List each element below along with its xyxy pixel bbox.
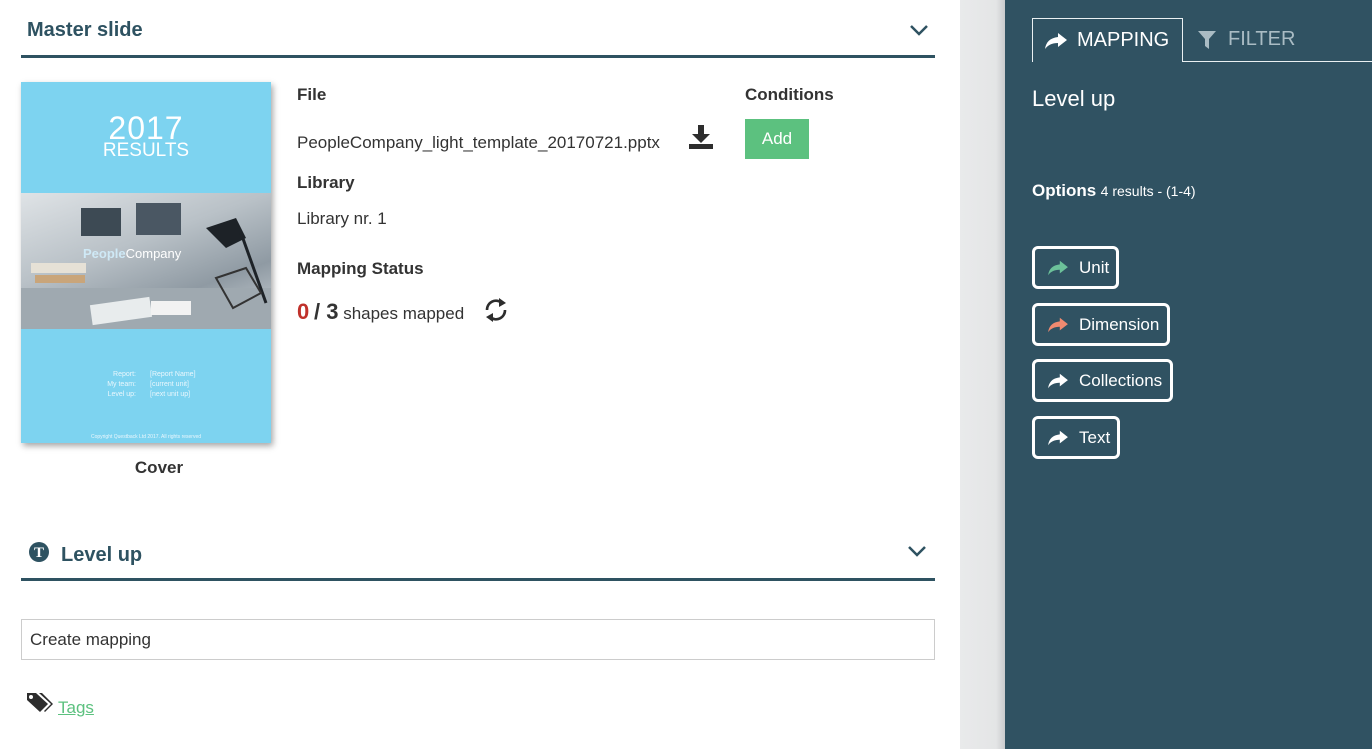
option-collections-button[interactable]: Collections	[1032, 359, 1173, 402]
chevron-down-icon[interactable]	[908, 19, 930, 41]
tab-filter[interactable]: FILTER	[1183, 18, 1372, 62]
slide-thumbnail[interactable]: 2017 RESULTS PeopleCompany Report: My te…	[21, 82, 271, 443]
share-arrow-icon	[1048, 260, 1068, 275]
thumb-brand-bold: People	[83, 246, 126, 261]
master-slide-title: Master slide	[27, 19, 143, 41]
thumbnail-caption: Cover	[134, 458, 184, 477]
refresh-icon[interactable]	[482, 296, 510, 324]
mapping-status-label: Mapping Status	[297, 259, 424, 278]
thumb-meta-label: Level up:	[107, 391, 136, 398]
thumb-meta-value: [next unit up]	[150, 391, 191, 398]
create-mapping-input[interactable]	[21, 619, 935, 660]
mapping-panel: MAPPING FILTER Level up Options 4 result…	[1005, 0, 1372, 749]
tab-mapping-label: MAPPING	[1077, 29, 1170, 51]
filter-icon	[1198, 30, 1216, 49]
thumb-photo	[21, 193, 271, 329]
option-label: Dimension	[1079, 314, 1160, 334]
library-label: Library	[297, 173, 355, 192]
text-type-icon: T	[29, 542, 49, 562]
options-label: Options	[1032, 181, 1097, 200]
share-arrow-icon	[1048, 373, 1068, 388]
thumb-brand: PeopleCompany	[83, 246, 181, 261]
levelup-header[interactable]: T Level up	[21, 535, 935, 581]
option-label: Collections	[1079, 370, 1163, 390]
mapped-count: 0	[297, 299, 310, 324]
options-count: 4 results - (1-4)	[1100, 183, 1196, 199]
thumb-meta-value: [current unit]	[150, 381, 189, 388]
thumb-meta-labels: Report: My team: Level up:	[91, 370, 136, 400]
chevron-down-icon[interactable]	[906, 540, 928, 562]
option-label: Text	[1079, 427, 1111, 447]
thumb-meta-label: My team:	[107, 381, 136, 388]
file-name: PeopleCompany_light_template_20170721.pp…	[297, 133, 660, 152]
office-photo-image	[21, 203, 271, 329]
file-label: File	[297, 85, 327, 104]
panel-title: Level up	[1032, 86, 1116, 111]
share-arrow-icon	[1048, 430, 1068, 445]
tags-icon	[27, 693, 53, 712]
mapped-total: / 3	[313, 299, 339, 324]
tab-mapping[interactable]: MAPPING	[1032, 18, 1183, 62]
thumb-meta-value: [Report Name]	[150, 371, 196, 378]
add-condition-button[interactable]: Add	[745, 119, 809, 159]
options-summary: Options 4 results - (1-4)	[1032, 181, 1196, 201]
option-text-button[interactable]: Text	[1032, 416, 1120, 459]
option-label: Unit	[1079, 257, 1110, 277]
tags-link[interactable]: Tags	[58, 698, 94, 718]
svg-text:T: T	[34, 545, 44, 561]
mapping-status-value: 0 / 3 shapes mapped	[297, 299, 464, 325]
main-content: Master slide 2017 RESULTS PeopleCompany	[0, 0, 960, 749]
tab-filter-label: FILTER	[1228, 28, 1296, 50]
levelup-title: Level up	[61, 544, 143, 566]
mapped-suffix: shapes mapped	[343, 304, 465, 323]
share-arrow-icon	[1048, 317, 1068, 332]
master-slide-header[interactable]: Master slide	[21, 14, 935, 58]
library-value: Library nr. 1	[297, 209, 387, 228]
share-arrow-icon	[1045, 32, 1067, 49]
thumb-meta-label: Report:	[113, 371, 136, 378]
thumb-brand-rest: Company	[125, 246, 182, 261]
option-dimension-button[interactable]: Dimension	[1032, 303, 1170, 346]
conditions-label: Conditions	[745, 85, 834, 104]
panel-divider	[960, 0, 1005, 749]
thumb-copyright: Copyright Questback Ltd 2017. All rights…	[90, 434, 202, 440]
option-unit-button[interactable]: Unit	[1032, 246, 1119, 289]
download-icon[interactable]	[688, 124, 714, 150]
thumb-results: RESULTS	[102, 140, 190, 161]
thumb-meta-values: [Report Name] [current unit] [next unit …	[150, 370, 196, 400]
